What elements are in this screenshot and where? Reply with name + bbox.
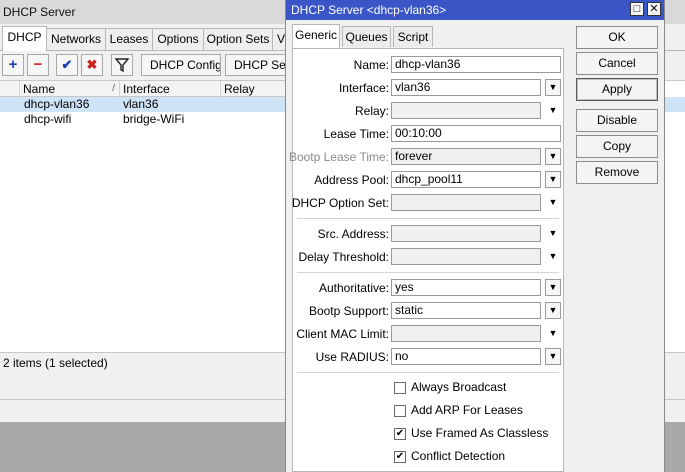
chevron-down-icon[interactable]: ▼ <box>545 148 561 165</box>
window-title: DHCP Server <box>3 5 76 19</box>
relay-label: Relay: <box>354 104 389 118</box>
dialog-title-bar[interactable]: DHCP Server <dhcp-vlan36> □ ✕ <box>286 0 664 20</box>
dhcp-option-set-label: DHCP Option Set: <box>291 196 389 210</box>
disable-button[interactable]: Disable <box>576 109 658 132</box>
enable-button[interactable]: ✔ <box>56 54 78 76</box>
delay-threshold-field[interactable] <box>391 248 541 265</box>
column-header-relay[interactable]: Relay <box>221 81 287 97</box>
column-header-blank <box>0 81 20 97</box>
restore-button[interactable]: □ <box>630 2 644 16</box>
apply-button[interactable]: Apply <box>576 78 658 101</box>
chevron-down-icon[interactable]: ▼ <box>545 279 561 296</box>
always-broadcast-checkbox[interactable] <box>394 382 406 394</box>
row-interface: vlan36 <box>123 97 159 111</box>
tab-dhcp[interactable]: DHCP <box>2 26 47 51</box>
checkmark-icon: ✔ <box>395 428 405 439</box>
remove-button[interactable]: − <box>27 54 49 76</box>
use-radius-select[interactable]: no <box>391 348 541 365</box>
close-button[interactable]: ✕ <box>647 2 661 16</box>
filter-button[interactable] <box>111 54 133 76</box>
add-arp-for-leases-checkbox[interactable] <box>394 405 406 417</box>
dhcp-setup-button[interactable]: DHCP Setu <box>225 54 287 76</box>
dhcp-option-set-field[interactable] <box>391 194 541 211</box>
address-pool-label: Address Pool: <box>314 173 389 187</box>
tab-networks[interactable]: Networks <box>46 28 106 50</box>
row-name: dhcp-wifi <box>24 112 72 126</box>
dhcp-server-dialog: DHCP Server <dhcp-vlan36> □ ✕ Generic Qu… <box>285 0 665 472</box>
chevron-down-icon[interactable]: ▼ <box>545 102 561 119</box>
bootp-lease-time-label: Bootp Lease Time: <box>288 150 389 164</box>
minus-icon: − <box>33 56 43 73</box>
divider <box>297 372 559 373</box>
lease-time-label: Lease Time: <box>323 127 389 141</box>
use-framed-as-classless-label: Use Framed As Classless <box>411 426 549 440</box>
close-icon: ✕ <box>649 3 659 15</box>
cancel-button[interactable]: Cancel <box>576 52 658 75</box>
column-header-name[interactable]: Name / <box>20 81 120 97</box>
conflict-detection-label: Conflict Detection <box>411 449 506 463</box>
authoritative-label: Authoritative: <box>318 281 389 295</box>
item-count: 2 items (1 selected) <box>3 356 108 370</box>
add-button[interactable]: + <box>2 54 24 76</box>
authoritative-select[interactable]: yes <box>391 279 541 296</box>
generic-form: Name: dhcp-vlan36 Interface: vlan36 ▼ Re… <box>288 48 564 472</box>
column-relay-label: Relay <box>224 82 255 96</box>
column-interface-label: Interface <box>123 82 170 96</box>
chevron-down-icon[interactable]: ▼ <box>545 302 561 319</box>
plus-icon: + <box>8 56 18 73</box>
filter-icon <box>114 58 130 73</box>
remove-button[interactable]: Remove <box>576 161 658 184</box>
row-interface: bridge-WiFi <box>123 112 185 126</box>
interface-select[interactable]: vlan36 <box>391 79 541 96</box>
client-mac-limit-field[interactable] <box>391 325 541 342</box>
chevron-down-icon[interactable]: ▼ <box>545 325 561 342</box>
name-label: Name: <box>353 58 389 72</box>
chevron-down-icon[interactable]: ▼ <box>545 248 561 265</box>
delay-threshold-label: Delay Threshold: <box>298 250 390 264</box>
row-name: dhcp-vlan36 <box>24 97 90 111</box>
address-pool-select[interactable]: dhcp_pool11 <box>391 171 541 188</box>
tab-generic[interactable]: Generic <box>292 24 340 49</box>
tab-option-sets[interactable]: Option Sets <box>203 28 273 50</box>
bootp-lease-time-select[interactable]: forever <box>391 148 541 165</box>
src-address-label: Src. Address: <box>317 227 389 241</box>
disable-button[interactable]: ✖ <box>81 54 103 76</box>
bootp-support-select[interactable]: static <box>391 302 541 319</box>
use-radius-label: Use RADIUS: <box>315 350 389 364</box>
dhcp-config-button[interactable]: DHCP Config <box>141 54 221 76</box>
column-header-interface[interactable]: Interface <box>120 81 221 97</box>
tab-leases[interactable]: Leases <box>105 28 153 50</box>
tab-queues[interactable]: Queues <box>342 26 391 47</box>
src-address-field[interactable] <box>391 225 541 242</box>
chevron-down-icon[interactable]: ▼ <box>545 194 561 211</box>
chevron-down-icon[interactable]: ▼ <box>545 348 561 365</box>
bootp-support-label: Bootp Support: <box>308 304 389 318</box>
ok-button[interactable]: OK <box>576 26 658 49</box>
check-icon: ✔ <box>61 57 73 72</box>
chevron-down-icon[interactable]: ▼ <box>545 79 561 96</box>
use-framed-as-classless-checkbox[interactable]: ✔ <box>394 428 406 440</box>
tab-options[interactable]: Options <box>152 28 204 50</box>
checkmark-icon: ✔ <box>395 451 405 462</box>
x-icon: ✖ <box>86 57 98 72</box>
name-field[interactable]: dhcp-vlan36 <box>391 56 561 73</box>
tab-script[interactable]: Script <box>393 26 433 47</box>
copy-button[interactable]: Copy <box>576 135 658 158</box>
chevron-down-icon[interactable]: ▼ <box>545 171 561 188</box>
always-broadcast-label: Always Broadcast <box>411 380 507 394</box>
column-name-label: Name <box>23 82 56 96</box>
interface-label: Interface: <box>338 81 389 95</box>
conflict-detection-checkbox[interactable]: ✔ <box>394 451 406 463</box>
divider <box>297 272 559 273</box>
lease-time-field[interactable]: 00:10:00 <box>391 125 561 142</box>
restore-icon: □ <box>633 3 641 15</box>
add-arp-for-leases-label: Add ARP For Leases <box>411 403 523 417</box>
dialog-title: DHCP Server <dhcp-vlan36> <box>291 3 447 17</box>
chevron-down-icon[interactable]: ▼ <box>545 225 561 242</box>
client-mac-limit-label: Client MAC Limit: <box>296 327 389 341</box>
divider <box>297 218 559 219</box>
sort-indicator: / <box>112 83 115 94</box>
relay-field[interactable] <box>391 102 541 119</box>
